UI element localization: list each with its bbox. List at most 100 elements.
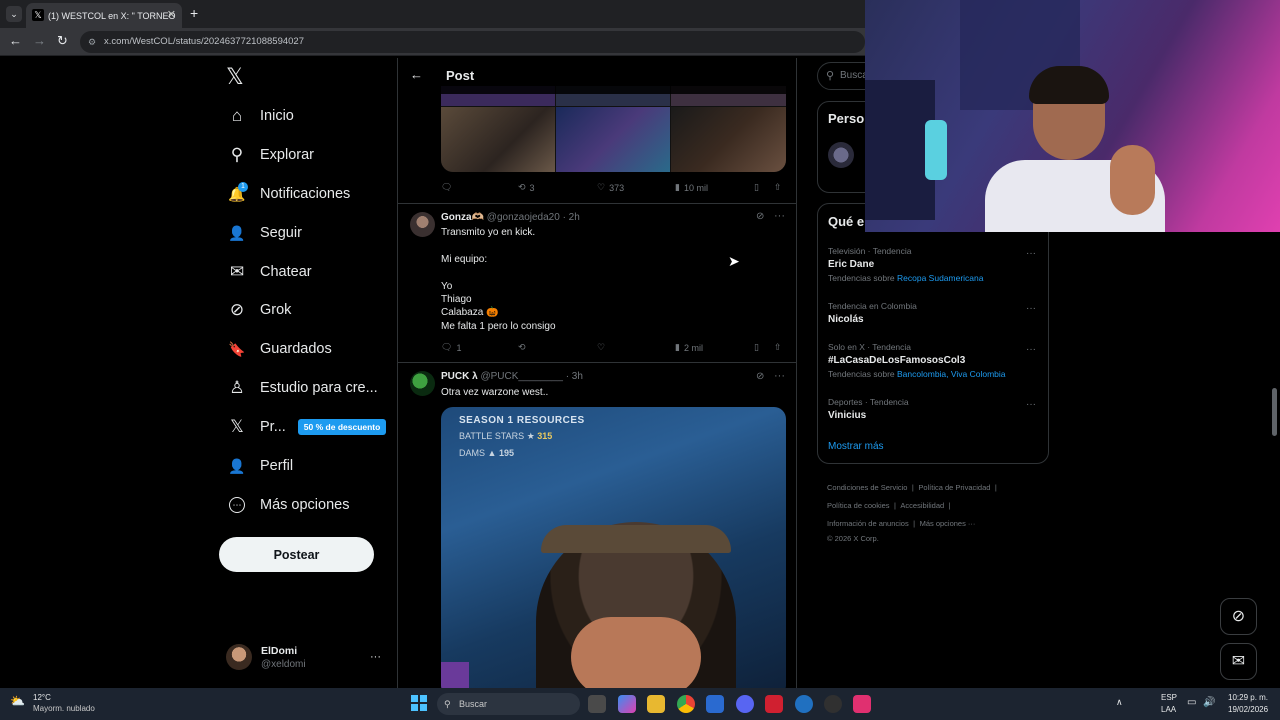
forward-arrow-icon[interactable]: → [33,33,46,48]
follow-icon: 👤 [228,224,246,241]
footer-link[interactable]: Accesibilidad [900,501,944,510]
grok-icon[interactable]: ⊘ [756,211,764,222]
trend-item[interactable]: Televisión · Tendencia Eric Dane Tendenc… [828,246,1038,283]
nav-item-more[interactable]: ⋯ Más opciones [226,491,349,519]
obs-icon[interactable] [824,695,842,713]
weather-temp[interactable]: 12°C [33,693,51,702]
avatar[interactable] [828,142,854,168]
nav-item-notifications[interactable]: 🔔 1 Notificaciones [226,180,350,208]
store-icon[interactable] [706,695,724,713]
views-button[interactable]: ▮ 2 mil [675,342,703,353]
account-more-icon[interactable]: ··· [370,651,381,663]
back-arrow-icon[interactable]: ← [9,33,22,48]
footer-link[interactable]: Política de cookies [827,501,890,510]
tweet-video[interactable]: SEASON 1 RESOURCES BATTLE STARS ★ 315 DA… [441,407,786,688]
tab-close-icon[interactable]: ✕ [167,8,176,21]
taskbar-search[interactable]: ⚲ Buscar [437,693,580,715]
site-info-icon[interactable]: ⚙ [88,31,96,53]
trend-more-icon[interactable]: ··· [1026,399,1036,410]
weather-icon[interactable]: ⛅ [10,694,25,708]
avatar[interactable] [410,371,435,396]
language-indicator-sub[interactable]: LAA [1161,705,1176,714]
clock-time[interactable]: 10:29 p. m. [1228,693,1268,702]
nav-item-bookmarks[interactable]: 🔖 Guardados [226,335,331,363]
share-button[interactable]: ⇧ [774,182,782,193]
nav-item-follow[interactable]: 👤 Seguir [226,219,302,247]
nav-item-home[interactable]: ⌂ Inicio [226,102,294,130]
author-handle[interactable]: @PUCK________ [480,371,562,382]
scrollbar-thumb[interactable] [1272,388,1277,436]
tweet-author: Gonza🫶🏼 @gonzaojeda20 · 2h [441,212,580,223]
post-header: ← Post [398,58,796,94]
more-options-icon[interactable]: ··· [774,370,785,382]
copilot-icon[interactable] [618,695,636,713]
retweet-button[interactable]: ⟲ 3 [518,182,535,193]
like-button[interactable]: ♡ 373 [597,182,624,193]
nav-item-premium[interactable]: 𝕏 Pr... 50 % de descuento [226,413,387,441]
show-more-link[interactable]: Mostrar más [828,441,884,452]
views-button[interactable]: ▮ 10 mil [675,182,708,193]
author-name[interactable]: PUCK λ [441,371,478,382]
app-x-icon[interactable] [765,695,783,713]
tray-chevron-icon[interactable]: ∧ [1116,697,1123,708]
nav-item-profile[interactable]: 👤 Perfil [226,452,293,480]
browser-tab[interactable]: 𝕏 (1) WESTCOL en X: " TORNEO ✕ [26,3,182,28]
language-indicator[interactable]: ESP [1161,693,1177,702]
nav-item-chat[interactable]: ✉ Chatear [226,258,312,286]
trend-more-icon[interactable]: ··· [1026,344,1036,355]
task-view-icon[interactable] [588,695,606,713]
trend-item[interactable]: Solo en X · Tendencia #LaCasaDeLosFamoso… [828,342,1038,379]
volume-icon[interactable]: 🔊 [1203,697,1215,708]
trend-more-icon[interactable]: ··· [1026,248,1036,259]
app-blue-icon[interactable] [795,695,813,713]
retweet-button[interactable]: ⟲ [518,342,530,353]
tweet-media-grid[interactable] [441,86,786,172]
grok-float-button[interactable]: ⊘ [1220,598,1257,635]
back-arrow-icon[interactable]: ← [410,67,423,82]
footer-link[interactable]: Más opciones ··· [920,519,976,528]
footer-link[interactable]: Condiciones de Servicio [827,483,907,492]
bookmark-button[interactable]: ▯ [754,342,759,353]
chrome-icon[interactable] [677,695,695,713]
network-icon[interactable]: ▭ [1187,697,1196,708]
views-icon: ▮ [675,182,680,192]
tab-list-button[interactable]: ⌄ [6,6,22,22]
new-tab-button[interactable]: + [190,5,198,21]
nav-item-grok[interactable]: ⊘ Grok [226,296,292,324]
url-field[interactable]: ⚙ x.com/WestCOL/status/20246377210885940… [80,31,865,53]
avatar[interactable] [410,212,435,237]
trend-item[interactable]: Deportes · Tendencia Vinicius [828,397,1038,421]
windows-start-icon[interactable] [411,695,427,711]
file-explorer-icon[interactable] [647,695,665,713]
tiktok-icon[interactable] [853,695,871,713]
share-button[interactable]: ⇧ [774,342,782,353]
avatar[interactable] [226,644,252,670]
trend-category: Deportes · Tendencia [828,397,909,407]
trend-name: Vinicius [828,410,867,421]
discord-icon[interactable] [736,695,754,713]
trend-more-icon[interactable]: ··· [1026,303,1036,314]
tweet-time[interactable]: · 3h [566,371,583,382]
clock-date[interactable]: 19/02/2026 [1228,705,1268,714]
reload-icon[interactable]: ↻ [57,33,68,49]
x-logo-icon[interactable]: 𝕏 [226,64,244,90]
post-button[interactable]: Postear [219,537,374,572]
messages-float-button[interactable]: ✉ [1220,643,1257,680]
reply-button[interactable]: 🗨 1 [441,342,461,353]
tweet-time[interactable]: · 2h [563,212,580,223]
nav-item-studio[interactable]: ♙ Estudio para cre... [226,374,377,402]
grok-icon: ⊘ [229,300,245,319]
trend-sub: Tendencias sobre Bancolombia, Viva Colom… [828,369,1006,379]
author-handle[interactable]: @gonzaojeda20 [487,212,560,223]
bookmark-button[interactable]: ▯ [754,182,759,193]
more-options-icon[interactable]: ··· [774,210,785,222]
author-name[interactable]: Gonza🫶🏼 [441,212,484,223]
footer-link[interactable]: Política de Privacidad [918,483,990,492]
footer-link[interactable]: Información de anuncios [827,519,909,528]
grok-icon[interactable]: ⊘ [756,371,764,382]
nav-item-explore[interactable]: ⚲ Explorar [226,141,314,169]
like-button[interactable]: ♡ [597,342,609,353]
weather-desc[interactable]: Mayorm. nublado [33,704,95,713]
trend-item[interactable]: Tendencia en Colombia Nicolás [828,301,1038,325]
reply-button[interactable]: 🗨 [441,182,456,193]
